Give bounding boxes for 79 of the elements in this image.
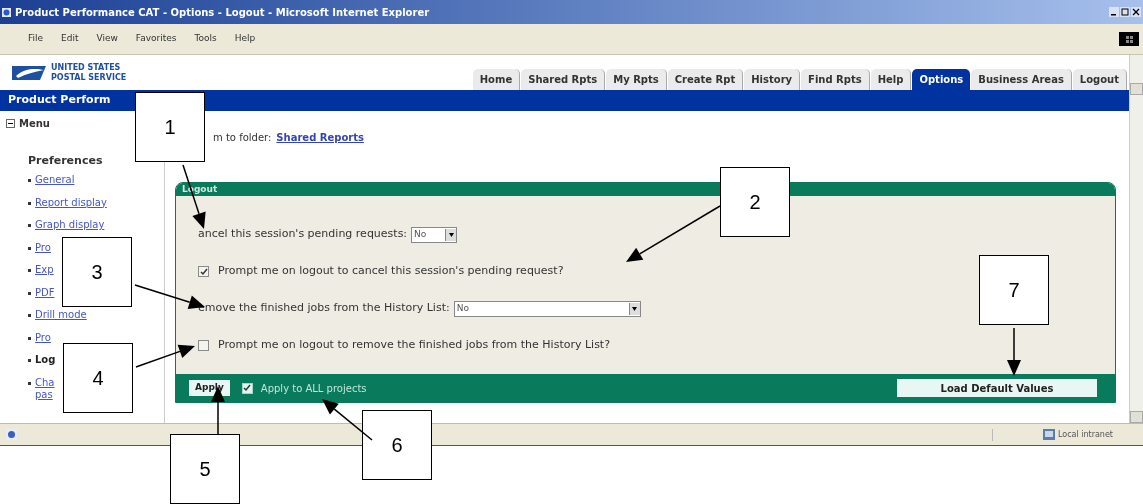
callout-box: 4 [63, 343, 133, 413]
callout-box: 2 [720, 167, 790, 237]
sidebar-link[interactable]: Log [35, 354, 56, 366]
menu-item[interactable]: Favorites [135, 32, 177, 46]
logo-text: UNITED STATES [51, 62, 122, 73]
caret-icon [448, 232, 454, 237]
panel-title: Logout [182, 182, 218, 196]
option-label: Prompt me on logout to remove the finished jobs from the History List? [218, 337, 610, 354]
nav-tab[interactable]: Logout [1072, 69, 1127, 90]
close-icon[interactable] [1131, 7, 1141, 17]
callout-arrow [135, 344, 195, 368]
sidebar-link[interactable]: Cha pas [35, 376, 55, 401]
sidebar-link[interactable]: Pro [35, 331, 51, 344]
apply-all-label: Apply to ALL projects [260, 381, 367, 396]
bullet-icon [28, 291, 31, 295]
dropdown[interactable]: No [411, 226, 458, 243]
network-icon [1042, 429, 1055, 440]
browser-icon [2, 7, 11, 17]
sidebar-link[interactable]: General [35, 174, 75, 186]
zone-label: Local intranet [1057, 428, 1113, 441]
nav-tab[interactable]: Business Areas [971, 69, 1072, 90]
return-label: m to folder: [213, 131, 272, 145]
checkbox[interactable] [241, 382, 253, 394]
menu-item[interactable]: Edit [61, 32, 79, 46]
collapse-icon[interactable] [6, 119, 15, 128]
apply-button[interactable]: Apply [189, 380, 230, 396]
sidebar-link[interactable]: Exp [35, 264, 54, 276]
bullet-icon [28, 381, 31, 385]
menu-item[interactable]: View [96, 32, 118, 46]
nav-tab[interactable]: Shared Rpts [521, 69, 606, 90]
bullet-icon [28, 246, 31, 250]
bullet-icon [28, 224, 31, 227]
nav-tab[interactable]: Options [912, 69, 971, 90]
sidebar-link[interactable]: Graph display [35, 219, 105, 231]
option-label: Prompt me on logout to cancel this session's pending request? [218, 263, 564, 280]
checkbox[interactable] [198, 340, 209, 351]
dropdown[interactable]: No [453, 300, 641, 317]
page-icon [6, 429, 17, 440]
banner-title: Product Perform [8, 92, 111, 109]
caret-icon [632, 306, 638, 311]
nav-tab[interactable]: Help [870, 69, 912, 90]
menu-item[interactable]: Help [234, 32, 256, 46]
window-title: Product Performance CAT - Options - Logout - Microsoft Internet Explorer [15, 5, 430, 20]
bullet-icon [28, 179, 31, 182]
maximize-icon[interactable] [1120, 7, 1130, 17]
load-defaults-button[interactable]: Load Default Values [897, 379, 1097, 397]
sidebar-link[interactable]: PDF [35, 286, 55, 299]
callout-box: 3 [62, 237, 132, 307]
sidebar-link[interactable]: Drill mode [35, 309, 87, 321]
checkbox[interactable] [198, 266, 209, 277]
bullet-icon [28, 201, 31, 205]
menu-item[interactable]: Tools [194, 32, 217, 46]
windows-logo-icon [1119, 32, 1139, 46]
scrollbar[interactable] [1129, 55, 1143, 423]
minimize-icon[interactable] [1109, 7, 1119, 17]
nav-tab[interactable]: History [744, 69, 801, 90]
callout-box: 7 [979, 255, 1049, 325]
bullet-icon [28, 359, 31, 362]
menu-item[interactable]: File [28, 32, 44, 46]
callout-arrow [1007, 327, 1021, 376]
nav-tab[interactable]: Create Rpt [667, 69, 744, 90]
callout-box: 5 [170, 434, 240, 504]
callout-arrow [322, 399, 373, 441]
bullet-icon [28, 336, 31, 340]
option-label: emove the finished jobs from the History List: [198, 300, 450, 317]
logo-text: POSTAL SERVICE [51, 72, 127, 83]
callout-box: 1 [135, 92, 205, 162]
nav-tab[interactable]: Home [472, 69, 521, 90]
sidebar-link[interactable]: Pro [35, 241, 51, 254]
menu-title: Menu [19, 117, 50, 131]
section-heading: Preferences [28, 153, 104, 169]
nav-tab[interactable]: My Rpts [606, 69, 667, 90]
sidebar-link[interactable]: Report display [35, 196, 107, 209]
nav-tab[interactable]: Find Rpts [801, 69, 870, 90]
bullet-icon [28, 269, 31, 272]
option-label: ancel this session's pending requests: [198, 226, 408, 243]
callout-box: 6 [362, 410, 432, 480]
bullet-icon [28, 314, 31, 317]
folder-link[interactable]: Shared Reports [276, 130, 364, 145]
